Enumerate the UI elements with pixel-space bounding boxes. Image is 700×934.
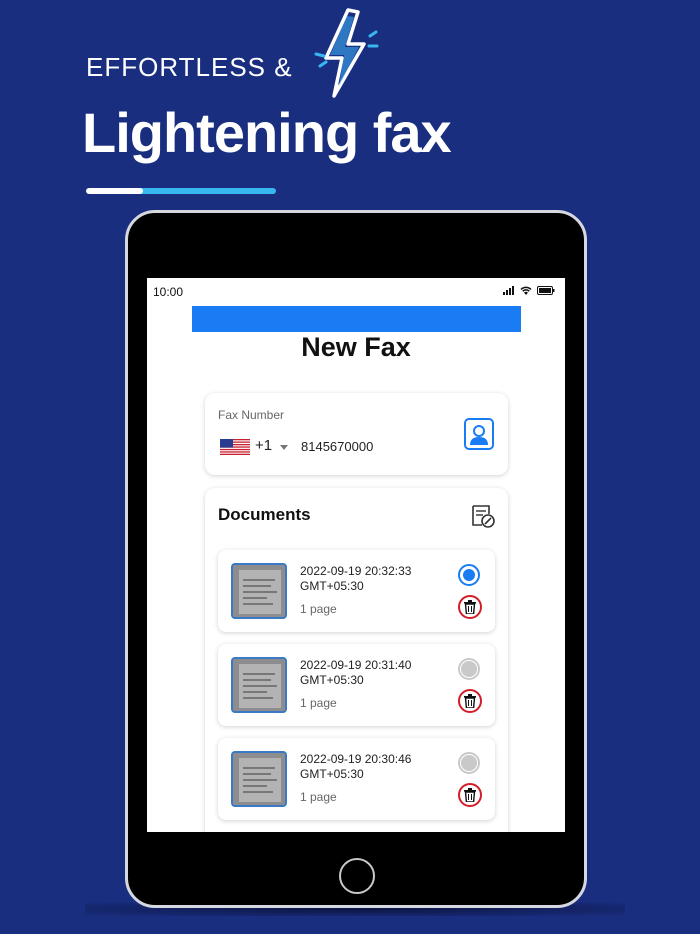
lightning-bolt-icon	[314, 8, 379, 98]
tablet-frame: 10:00 New Fax Fax Number +1 8145670000 D…	[125, 210, 587, 908]
status-time: 10:00	[153, 285, 184, 299]
trash-icon[interactable]	[458, 595, 482, 619]
document-item[interactable]: 2022-09-19 20:32:33 GMT+05:30 1 page	[218, 550, 495, 632]
documents-card: Documents 2022-09-19 20:32:33 GMT+05:30 …	[205, 488, 508, 832]
contact-book-icon[interactable]	[464, 418, 494, 450]
battery-icon	[537, 286, 555, 295]
app-header-bar	[192, 306, 521, 332]
document-select-radio[interactable]	[458, 752, 480, 774]
document-thumbnail	[231, 563, 287, 619]
document-date: 2022-09-19 20:30:46 GMT+05:30	[300, 752, 412, 781]
document-page-count: 1 page	[300, 602, 337, 616]
chevron-down-icon[interactable]	[280, 445, 288, 450]
fax-number-label: Fax Number	[218, 408, 285, 422]
tablet-screen: 10:00 New Fax Fax Number +1 8145670000 D…	[147, 278, 565, 832]
hero-title: Lightening fax	[82, 101, 452, 164]
hero-subtitle: EFFORTLESS &	[86, 52, 293, 82]
edit-document-icon[interactable]	[471, 503, 496, 528]
wifi-icon	[520, 286, 532, 295]
document-item[interactable]: 2022-09-19 20:30:46 GMT+05:30 1 page	[218, 738, 495, 820]
document-page-count: 1 page	[300, 790, 337, 804]
status-bar: 10:00	[147, 278, 565, 304]
trash-icon[interactable]	[458, 783, 482, 807]
us-flag-icon[interactable]	[220, 439, 250, 455]
signal-icon	[503, 286, 514, 295]
document-date: 2022-09-19 20:32:33 GMT+05:30	[300, 564, 412, 593]
document-select-radio[interactable]	[458, 564, 480, 586]
page-title: New Fax	[301, 332, 411, 362]
home-button[interactable]	[339, 858, 375, 894]
documents-title: Documents	[218, 505, 311, 524]
document-item[interactable]: 2022-09-19 20:31:40 GMT+05:30 1 page	[218, 644, 495, 726]
document-thumbnail	[231, 657, 287, 713]
slide-progress	[86, 188, 276, 194]
country-code-select[interactable]: +1	[255, 437, 272, 454]
document-select-radio[interactable]	[458, 658, 480, 680]
fax-number-input[interactable]: 8145670000	[301, 439, 373, 454]
document-date: 2022-09-19 20:31:40 GMT+05:30	[300, 658, 412, 687]
slide-progress-fill	[86, 188, 143, 194]
document-thumbnail	[231, 751, 287, 807]
fax-number-card: Fax Number +1 8145670000	[205, 393, 508, 475]
trash-icon[interactable]	[458, 689, 482, 713]
document-page-count: 1 page	[300, 696, 337, 710]
